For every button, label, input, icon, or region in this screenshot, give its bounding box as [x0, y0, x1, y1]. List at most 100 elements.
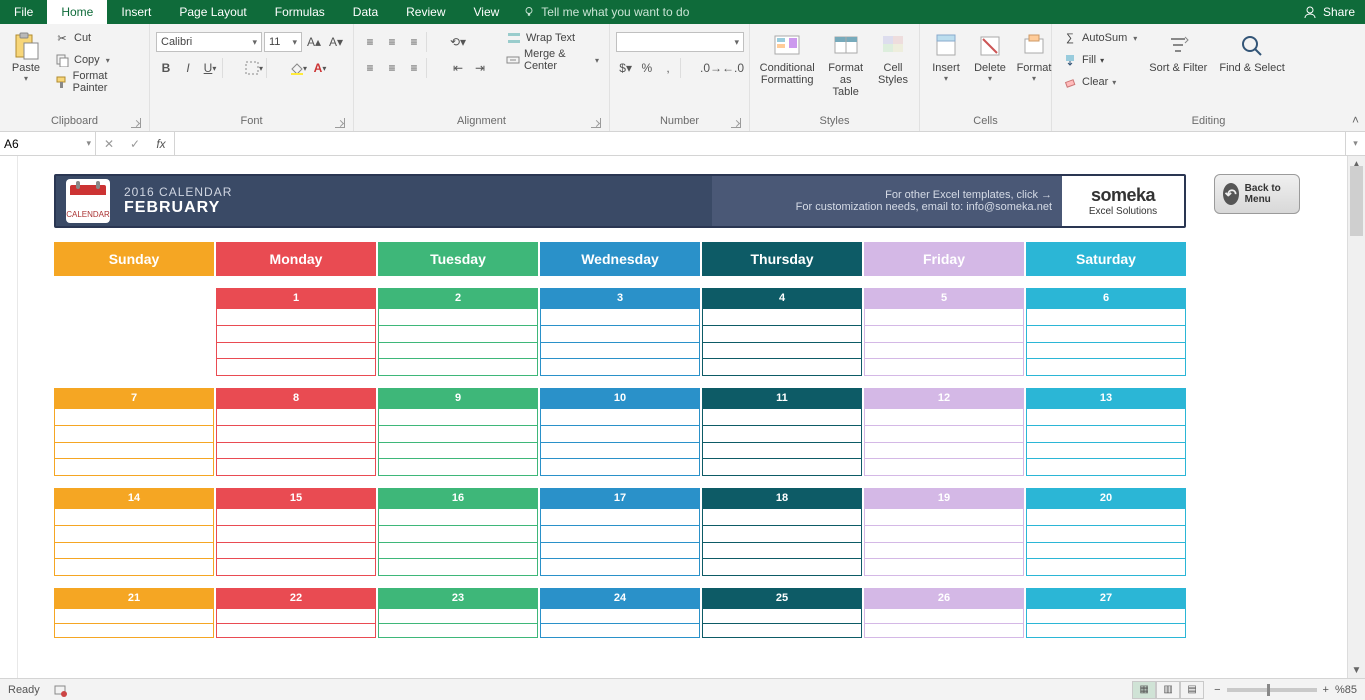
find-select-button[interactable]: Find & Select — [1215, 28, 1288, 113]
format-painter-button[interactable]: Format Painter — [50, 72, 143, 92]
percent-format-button[interactable]: % — [637, 58, 656, 78]
number-format-combo[interactable]: ▾ — [616, 32, 744, 52]
day-cell[interactable]: 15 — [216, 488, 376, 576]
borders-button[interactable]: ▾ — [244, 58, 264, 78]
bold-button[interactable]: B — [156, 58, 176, 78]
day-cell[interactable]: 24 — [540, 588, 700, 638]
align-left-icon[interactable]: ≡ — [360, 58, 380, 78]
view-normal-icon[interactable]: ▦ — [1132, 681, 1156, 699]
clear-button[interactable]: Clear▾ — [1058, 72, 1141, 92]
name-box[interactable]: A6▾ — [0, 132, 96, 155]
day-lines[interactable] — [1026, 308, 1186, 376]
delete-cells-button[interactable]: Delete▾ — [970, 28, 1010, 113]
merge-center-button[interactable]: Merge & Center▾ — [502, 50, 603, 70]
day-cell[interactable]: 12 — [864, 388, 1024, 476]
autosum-button[interactable]: ∑AutoSum▾ — [1058, 28, 1141, 48]
day-lines[interactable] — [54, 608, 214, 638]
underline-button[interactable]: U▾ — [200, 58, 220, 78]
day-cell[interactable]: 20 — [1026, 488, 1186, 576]
conditional-formatting-button[interactable]: Conditional Formatting — [756, 28, 818, 113]
day-lines[interactable] — [540, 308, 700, 376]
align-center-icon[interactable]: ≡ — [382, 58, 402, 78]
tab-file[interactable]: File — [0, 0, 47, 24]
clipboard-dialog-launcher[interactable] — [131, 118, 141, 128]
day-lines[interactable] — [54, 508, 214, 576]
day-cell[interactable]: 8 — [216, 388, 376, 476]
day-lines[interactable] — [864, 508, 1024, 576]
day-cell[interactable]: 17 — [540, 488, 700, 576]
align-top-icon[interactable]: ≡ — [360, 32, 380, 52]
day-cell[interactable]: 6 — [1026, 288, 1186, 376]
day-lines[interactable] — [378, 408, 538, 476]
align-middle-icon[interactable]: ≡ — [382, 32, 402, 52]
fill-button[interactable]: Fill▾ — [1058, 50, 1141, 70]
alignment-dialog-launcher[interactable] — [591, 118, 601, 128]
day-lines[interactable] — [54, 408, 214, 476]
zoom-slider[interactable] — [1227, 688, 1317, 692]
decrease-decimal-button[interactable]: ←.0 — [723, 58, 743, 78]
day-cell[interactable]: 26 — [864, 588, 1024, 638]
day-cell[interactable]: 25 — [702, 588, 862, 638]
format-cells-button[interactable]: Format▾ — [1014, 28, 1054, 113]
day-cell[interactable]: 5 — [864, 288, 1024, 376]
zoom-in-icon[interactable]: + — [1323, 684, 1329, 696]
day-cell[interactable] — [54, 288, 214, 376]
day-lines[interactable] — [702, 508, 862, 576]
day-lines[interactable] — [1026, 408, 1186, 476]
day-cell[interactable]: 4 — [702, 288, 862, 376]
day-lines[interactable] — [702, 608, 862, 638]
tab-data[interactable]: Data — [339, 0, 392, 24]
day-cell[interactable]: 21 — [54, 588, 214, 638]
day-cell[interactable]: 3 — [540, 288, 700, 376]
day-lines[interactable] — [378, 308, 538, 376]
day-lines[interactable] — [702, 308, 862, 376]
zoom-level[interactable]: %85 — [1335, 684, 1357, 696]
number-dialog-launcher[interactable] — [731, 118, 741, 128]
decrease-indent-icon[interactable]: ⇤ — [448, 58, 468, 78]
sort-filter-button[interactable]: Sort & Filter — [1145, 28, 1211, 113]
row-gutter[interactable] — [0, 156, 18, 678]
zoom-out-icon[interactable]: − — [1214, 684, 1220, 696]
day-lines[interactable] — [216, 308, 376, 376]
align-bottom-icon[interactable]: ≡ — [404, 32, 424, 52]
day-lines[interactable] — [864, 308, 1024, 376]
tell-me-search[interactable]: Tell me what you want to do — [523, 0, 689, 24]
italic-button[interactable]: I — [178, 58, 198, 78]
fx-icon[interactable]: fx — [148, 137, 174, 151]
collapse-ribbon-icon[interactable]: ˄ — [1352, 113, 1359, 127]
view-page-layout-icon[interactable]: ▥ — [1156, 681, 1180, 699]
tab-review[interactable]: Review — [392, 0, 459, 24]
day-lines[interactable] — [216, 408, 376, 476]
decrease-font-icon[interactable]: A▾ — [326, 32, 346, 52]
expand-formula-bar-icon[interactable]: ▾ — [1345, 132, 1365, 155]
day-lines[interactable] — [216, 508, 376, 576]
worksheet[interactable]: CALENDAR 2016 CALENDAR FEBRUARY For othe… — [18, 156, 1347, 678]
zoom-control[interactable]: − + %85 — [1214, 684, 1357, 696]
format-as-table-button[interactable]: Format as Table — [822, 28, 869, 113]
fill-color-button[interactable]: ▾ — [288, 58, 308, 78]
day-cell[interactable]: 22 — [216, 588, 376, 638]
comma-format-button[interactable]: , — [658, 58, 677, 78]
font-dialog-launcher[interactable] — [335, 118, 345, 128]
wrap-text-button[interactable]: Wrap Text — [502, 28, 603, 48]
align-right-icon[interactable]: ≡ — [404, 58, 424, 78]
share-button[interactable]: Share — [1323, 5, 1355, 19]
tab-view[interactable]: View — [460, 0, 514, 24]
day-lines[interactable] — [702, 408, 862, 476]
font-size-combo[interactable]: 11▾ — [264, 32, 302, 52]
day-cell[interactable]: 23 — [378, 588, 538, 638]
tab-formulas[interactable]: Formulas — [261, 0, 339, 24]
day-cell[interactable]: 9 — [378, 388, 538, 476]
copy-button[interactable]: Copy▾ — [50, 50, 143, 70]
day-cell[interactable]: 7 — [54, 388, 214, 476]
day-lines[interactable] — [540, 408, 700, 476]
day-lines[interactable] — [378, 508, 538, 576]
day-lines[interactable] — [864, 608, 1024, 638]
day-cell[interactable]: 16 — [378, 488, 538, 576]
day-lines[interactable] — [378, 608, 538, 638]
day-cell[interactable]: 2 — [378, 288, 538, 376]
cell-styles-button[interactable]: Cell Styles — [873, 28, 913, 113]
increase-decimal-button[interactable]: .0→ — [701, 58, 721, 78]
cancel-formula-icon[interactable]: ✕ — [96, 137, 122, 151]
tab-page-layout[interactable]: Page Layout — [165, 0, 260, 24]
